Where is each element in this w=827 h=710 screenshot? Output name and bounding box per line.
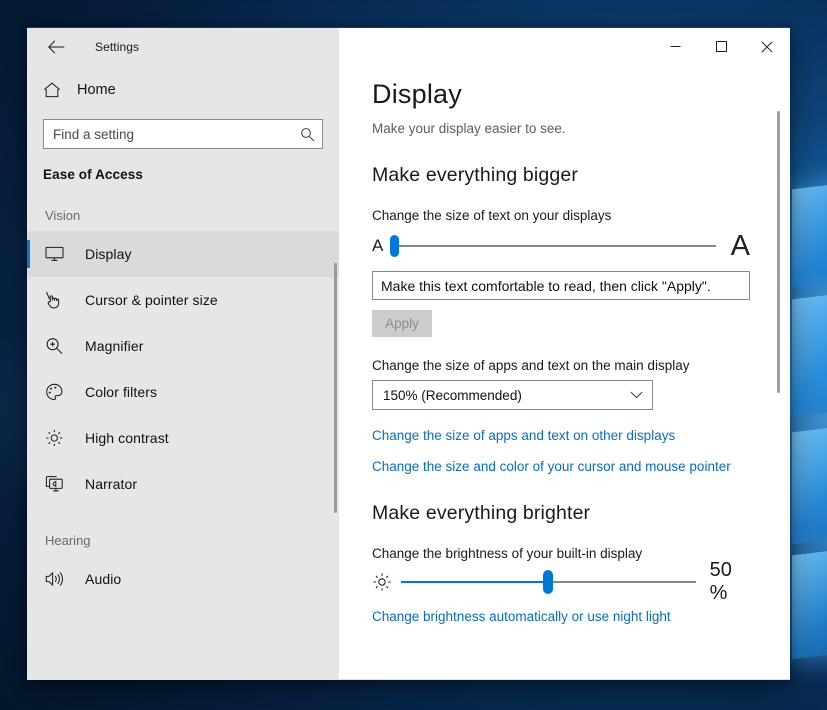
sidebar-group-label-vision: Vision [45,208,81,223]
search-wrapper [27,107,339,149]
sidebar-nav-hearing: Audio [27,556,339,602]
sidebar-item-high-contrast-label: High contrast [85,430,169,446]
magnifier-icon [45,337,79,355]
scale-selected-value: 150% (Recommended) [383,387,522,403]
brightness-slider-row: 50 % [372,559,750,604]
sample-text: Make this text comfortable to read, then… [381,277,711,294]
sidebar-item-audio-label: Audio [85,571,122,587]
sidebar-nav-vision: Display Cursor & pointer size Magnifier … [27,231,339,507]
sidebar-scrollbar[interactable] [334,263,337,513]
back-button[interactable] [41,33,71,61]
section-heading-bigger: Make everything bigger [372,164,578,187]
scale-label: Change the size of apps and text on the … [372,358,690,374]
sidebar-item-display[interactable]: Display [27,231,339,277]
window-body: Settings Home Find a setting Ease of Acc… [27,28,790,680]
maximize-icon [715,41,727,52]
brightness-label: Change the brightness of your built-in d… [372,546,643,562]
window-bottom-edge [339,679,790,680]
wallpaper-logo-pane [792,174,827,288]
link-brightness-auto-night-light[interactable]: Change brightness automatically or use n… [372,609,750,624]
selection-accent-bar [27,470,30,498]
sidebar-item-magnifier[interactable]: Magnifier [27,323,339,369]
cursor-pointer-icon [45,291,79,309]
slider-thumb[interactable] [543,570,554,595]
text-size-label: Change the size of text on your displays [372,208,612,224]
speaker-icon [45,571,79,587]
desktop-background: Settings Home Find a setting Ease of Acc… [0,0,827,710]
scale-dropdown[interactable]: 150% (Recommended) [372,380,653,411]
home-icon [43,82,73,98]
main-content-pane: Display Make your display easier to see.… [339,28,790,680]
back-arrow-icon [47,40,64,53]
brightness-icon [45,429,79,447]
chevron-down-icon [630,386,643,404]
sidebar-category-title: Ease of Access [43,167,143,182]
settings-window: Settings Home Find a setting Ease of Acc… [27,27,790,680]
sidebar-item-cursor-pointer-size-label: Cursor & pointer size [85,292,218,308]
color-palette-icon [45,383,79,401]
monitor-icon [45,246,79,262]
settings-content: Display Make your display easier to see.… [339,65,790,680]
sidebar-item-narrator[interactable]: Narrator [27,461,339,507]
wallpaper-logo-pane [792,284,827,418]
close-icon [761,40,773,53]
selection-accent-bar [27,332,30,360]
sidebar-item-narrator-label: Narrator [85,476,138,492]
slider-track [394,245,716,248]
search-icon[interactable] [297,124,317,144]
search-input[interactable] [44,120,322,148]
large-a-label: A [730,229,750,262]
selection-accent-bar [27,424,30,452]
search-box[interactable] [43,119,323,149]
text-size-slider[interactable] [390,231,716,261]
slider-fill [400,581,549,584]
sidebar-item-audio[interactable]: Audio [27,556,339,602]
brightness-slider[interactable] [400,567,696,597]
sidebar-item-color-filters-label: Color filters [85,384,158,400]
selection-accent-bar [27,240,30,268]
link-cursor-pointer-color[interactable]: Change the size and color of your cursor… [372,459,750,474]
brightness-value: 50 % [709,559,732,605]
minimize-icon [670,46,680,47]
selection-accent-bar [27,378,30,406]
sidebar-item-high-contrast[interactable]: High contrast [27,415,339,461]
slider-thumb[interactable] [390,235,399,258]
window-controls [339,28,790,65]
narrator-icon [45,475,79,493]
wallpaper-logo-pane [792,540,827,660]
sidebar-item-display-label: Display [85,246,132,262]
apply-button[interactable]: Apply [372,310,432,338]
app-title: Settings [95,39,140,54]
selection-accent-bar [27,286,30,314]
selection-accent-bar [27,565,30,593]
page-title: Display [372,79,462,109]
link-other-displays[interactable]: Change the size of apps and text on othe… [372,428,750,443]
sidebar-group-label-hearing: Hearing [45,533,91,548]
sidebar-titlebar: Settings [27,28,339,65]
maximize-button[interactable] [698,28,744,65]
minimize-button[interactable] [652,28,698,65]
sample-text-box[interactable]: Make this text comfortable to read, then… [372,271,750,301]
sun-icon [372,572,399,592]
sidebar-item-color-filters[interactable]: Color filters [27,369,339,415]
wallpaper-logo-pane [792,417,827,545]
page-subtitle: Make your display easier to see. [372,121,566,137]
close-button[interactable] [744,28,790,65]
sidebar-item-home-label: Home [77,82,116,98]
text-size-slider-row: A A [372,229,750,263]
sidebar: Settings Home Find a setting Ease of Acc… [27,28,339,680]
content-scrollbar[interactable] [777,111,780,393]
sidebar-item-magnifier-label: Magnifier [85,338,144,354]
sidebar-scroll-area: Home Ease of [27,65,339,680]
section-heading-brighter: Make everything brighter [372,502,591,525]
sidebar-item-cursor-pointer-size[interactable]: Cursor & pointer size [27,277,339,323]
sidebar-item-home[interactable]: Home [27,73,339,107]
